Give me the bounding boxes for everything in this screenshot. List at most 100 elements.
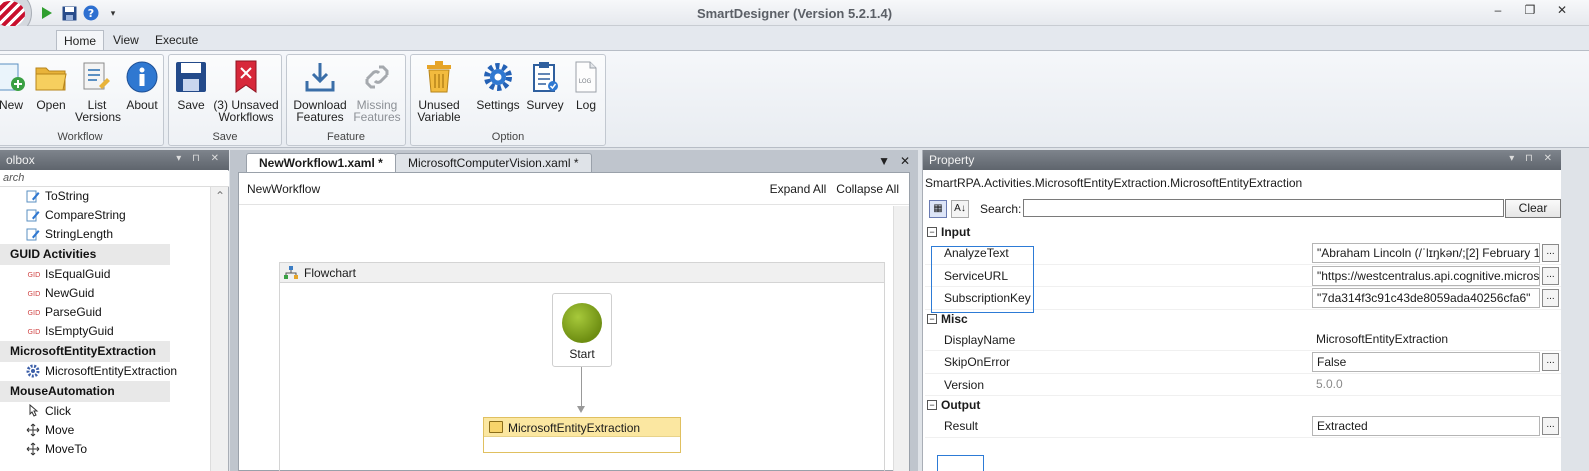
- toolbox-item-label: IsEmptyGuid: [45, 324, 114, 338]
- about-button[interactable]: About: [123, 59, 161, 111]
- toolbox-item-label: ParseGuid: [45, 305, 102, 319]
- svg-text:GID: GID: [28, 290, 41, 298]
- property-category-input[interactable]: − Input: [925, 223, 1561, 242]
- toolbox-item[interactable]: ToString: [0, 187, 210, 206]
- collapse-toggle-icon[interactable]: −: [927, 313, 937, 324]
- flowchart-container[interactable]: Flowchart Start MicrosoftEntityExtractio…: [279, 262, 885, 471]
- close-icon[interactable]: ✕: [1553, 3, 1571, 17]
- property-value-field[interactable]: "https://westcentralus.api.cognitive.mic…: [1312, 265, 1540, 286]
- collapse-toggle-icon[interactable]: −: [927, 400, 937, 410]
- toolbox-item-label: IsEqualGuid: [45, 267, 111, 281]
- close-document-icon[interactable]: ✕: [900, 154, 910, 168]
- toolbox-item[interactable]: CompareString: [0, 206, 210, 225]
- toolbox-scrollbar[interactable]: [210, 187, 228, 471]
- expand-collapse-links: Expand All Collapse All: [770, 182, 899, 196]
- save-button[interactable]: Save: [173, 59, 209, 111]
- property-value-field[interactable]: "7da314f3c91c43de8059ada40256cfa6": [1312, 288, 1540, 308]
- toolbox-item-label: Move: [45, 423, 75, 437]
- panel-pin-controls[interactable]: ▾ ⊓ ✕: [1509, 153, 1556, 164]
- breadcrumb[interactable]: NewWorkflow: [247, 182, 320, 196]
- property-value-field[interactable]: "Abraham Lincoln (/ˈlɪŋkən/;[2] February…: [1312, 243, 1540, 263]
- toolbox-item[interactable]: MoveTo: [0, 440, 210, 459]
- property-value-field[interactable]: MicrosoftEntityExtraction: [1312, 330, 1540, 350]
- property-category-output[interactable]: − Output: [925, 396, 1561, 415]
- survey-button[interactable]: Survey: [525, 59, 565, 111]
- window-controls: – ❐ ✕: [1489, 3, 1571, 17]
- toolbox-item-label: MoveTo: [45, 442, 88, 456]
- svg-text:GID: GID: [28, 328, 41, 336]
- toolbox-item-label: MicrosoftEntityExtraction: [45, 364, 178, 378]
- toolbox-item[interactable]: Click: [0, 402, 210, 421]
- svg-text:GID: GID: [28, 309, 41, 317]
- tab-execute[interactable]: Execute: [148, 30, 205, 50]
- restore-icon[interactable]: ❐: [1521, 3, 1539, 17]
- toolbox-item[interactable]: MicrosoftEntityExtraction: [0, 362, 210, 381]
- toolbox-item[interactable]: GID NewGuid: [0, 284, 210, 303]
- list-versions-button[interactable]: List Versions: [75, 59, 121, 123]
- property-category-label: Output: [941, 398, 981, 412]
- unsaved-workflows-button[interactable]: (3) Unsaved Workflows: [213, 59, 279, 123]
- flow-connector-arrow[interactable]: [577, 367, 585, 413]
- ribbon-group-feature: Download Features Missing Features Featu…: [286, 54, 406, 146]
- ellipsis-button[interactable]: ...: [1542, 289, 1559, 307]
- ellipsis-button[interactable]: ...: [1542, 244, 1559, 262]
- property-name: SubscriptionKey: [944, 291, 1031, 305]
- toolbox-category[interactable]: GUID Activities: [0, 244, 170, 265]
- collapse-toggle-icon[interactable]: −: [927, 227, 937, 237]
- property-type-name: SmartRPA.Activities.MicrosoftEntityExtra…: [925, 176, 1303, 190]
- property-search-input[interactable]: [1023, 199, 1504, 217]
- download-features-button[interactable]: Download Features: [291, 59, 349, 123]
- canvas-scrollbar[interactable]: [893, 206, 909, 471]
- property-value-field[interactable]: Extracted: [1312, 416, 1540, 436]
- property-value-field[interactable]: False: [1312, 352, 1540, 372]
- panel-pin-controls[interactable]: ▾ ⊓ ✕: [176, 153, 223, 164]
- toolbox-item[interactable]: GID IsEqualGuid: [0, 265, 210, 284]
- mouse-click-icon: [26, 403, 40, 418]
- start-label: Start: [569, 347, 595, 361]
- open-button[interactable]: Open: [31, 59, 71, 111]
- ellipsis-button[interactable]: ...: [1542, 417, 1559, 435]
- expand-all-link[interactable]: Expand All: [770, 182, 827, 196]
- workflow-canvas[interactable]: NewWorkflow Expand All Collapse All Flow…: [238, 172, 910, 471]
- toolbox-item[interactable]: GID ParseGuid: [0, 303, 210, 322]
- tab-microsoftcomputervision[interactable]: MicrosoftComputerVision.xaml *: [395, 153, 592, 172]
- toolbox-item[interactable]: Move: [0, 421, 210, 440]
- sort-alpha-icon[interactable]: A↓: [951, 200, 969, 218]
- tab-newworkflow1[interactable]: NewWorkflow1.xaml *: [246, 153, 396, 172]
- guid-icon: GID: [26, 286, 41, 300]
- settings-button[interactable]: Settings: [475, 59, 521, 111]
- toolbox-category[interactable]: MouseAutomation: [0, 381, 170, 402]
- categorized-view-icon[interactable]: ▦: [929, 200, 947, 218]
- toolbox-category-label: MouseAutomation: [10, 384, 115, 398]
- property-title: Property: [929, 153, 975, 167]
- property-category-misc[interactable]: − Misc: [925, 309, 1561, 329]
- canvas-header: NewWorkflow Expand All Collapse All: [239, 173, 909, 205]
- property-row-serviceurl: ServiceURL "https://westcentralus.api.cog…: [925, 265, 1561, 287]
- unused-variable-button[interactable]: Unused Variable: [415, 59, 463, 123]
- ellipsis-button[interactable]: ...: [1542, 266, 1559, 285]
- gear-icon: [26, 364, 40, 378]
- tab-home[interactable]: Home: [56, 30, 105, 50]
- tab-list-dropdown-icon[interactable]: ▼: [878, 154, 890, 168]
- toolbox-item[interactable]: GID IsEmptyGuid: [0, 322, 210, 341]
- tab-view[interactable]: View: [106, 30, 146, 50]
- window-title: SmartDesigner (Version 5.2.1.4): [696, 6, 893, 21]
- new-icon: [0, 59, 29, 95]
- missing-features-button[interactable]: Missing Features: [351, 59, 403, 123]
- collapse-all-link[interactable]: Collapse All: [836, 182, 899, 196]
- toolbox-item-label: NewGuid: [45, 286, 95, 300]
- toolbox-search-input[interactable]: arch: [0, 171, 229, 187]
- toolbox-item[interactable]: StringLength: [0, 225, 210, 244]
- activity-microsoftentityextraction[interactable]: MicrosoftEntityExtraction: [483, 417, 681, 453]
- property-grid: − Input AnalyzeText "Abraham Lincoln (/ˈlɪŋ…: [925, 223, 1561, 438]
- start-node[interactable]: Start: [552, 293, 612, 367]
- log-button[interactable]: LOG Log: [569, 59, 603, 111]
- toolbox-category[interactable]: MicrosoftEntityExtraction: [0, 341, 170, 362]
- save-disk-icon: [173, 59, 209, 95]
- new-button[interactable]: New: [0, 59, 25, 111]
- minimize-icon[interactable]: –: [1489, 3, 1507, 17]
- ellipsis-button[interactable]: ...: [1542, 353, 1559, 371]
- start-circle-icon: [562, 303, 602, 343]
- clear-button[interactable]: Clear: [1505, 199, 1561, 218]
- property-header: Property ▾ ⊓ ✕: [923, 150, 1562, 170]
